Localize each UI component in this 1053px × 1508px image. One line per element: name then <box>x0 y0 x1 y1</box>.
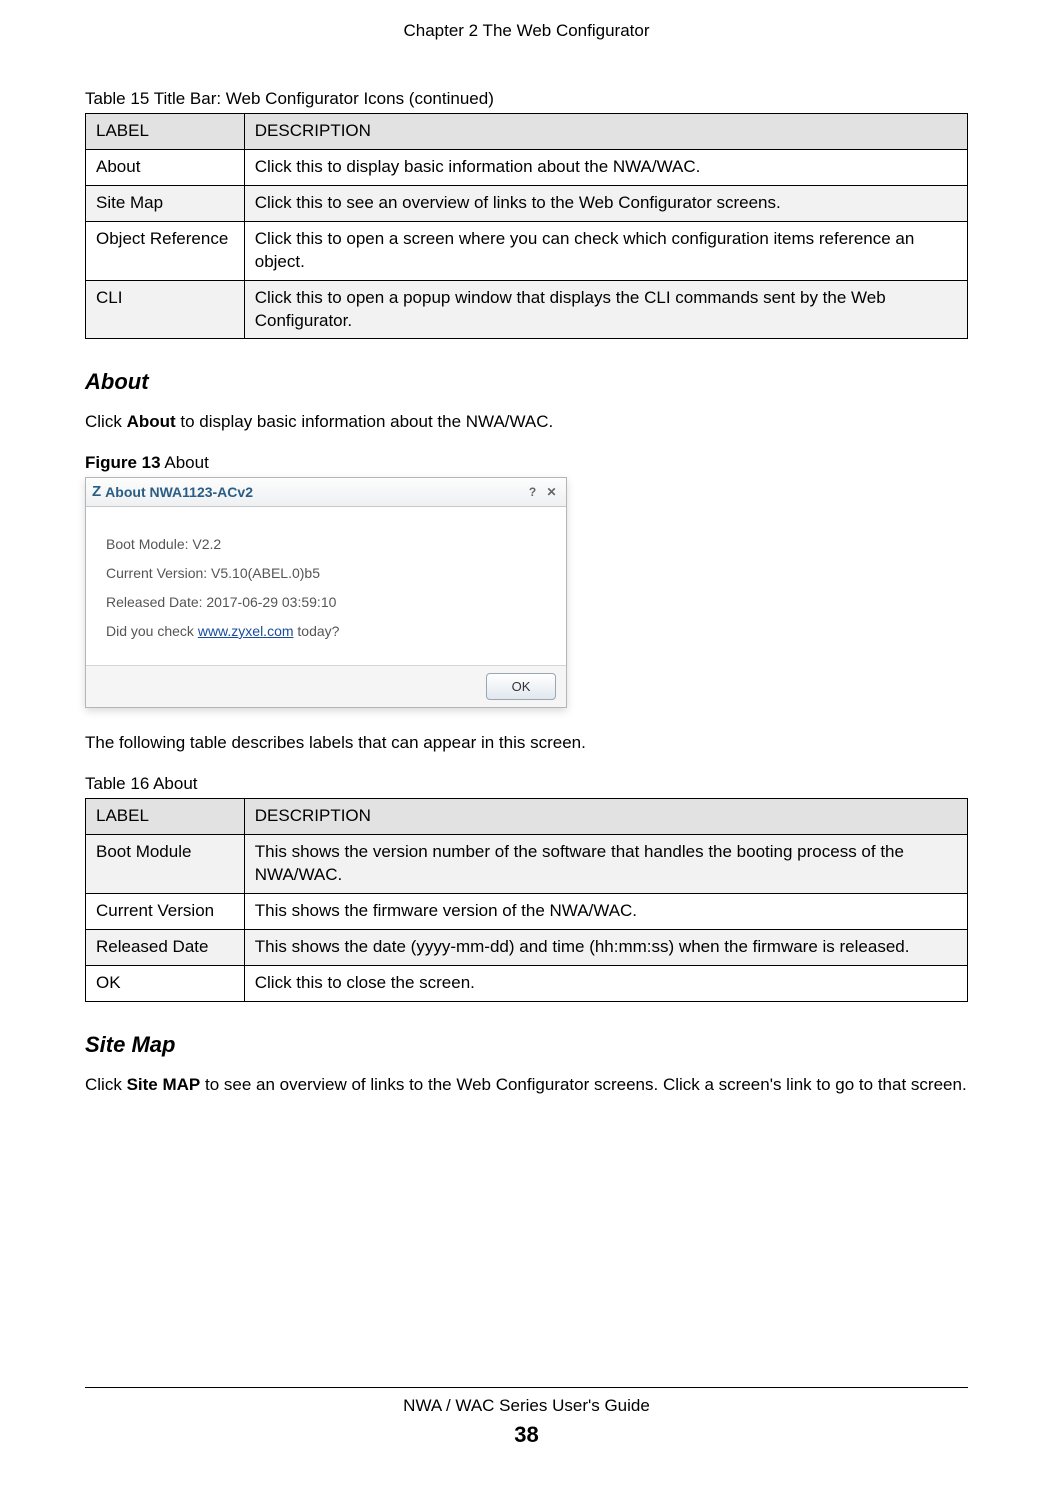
text: to see an overview of links to the Web C… <box>200 1075 966 1094</box>
close-icon[interactable]: ✕ <box>543 484 560 501</box>
figure-title: About <box>161 453 209 472</box>
cell-label: Site Map <box>86 185 245 221</box>
text: Click <box>85 1075 127 1094</box>
table16-title: About <box>149 774 197 793</box>
dialog-footer: OK <box>86 665 566 708</box>
cell-label: Released Date <box>86 929 245 965</box>
zyxel-link-line: Did you check www.zyxel.com today? <box>106 622 546 641</box>
boot-module-line: Boot Module: V2.2 <box>106 535 546 554</box>
cell-desc: Click this to display basic information … <box>244 149 967 185</box>
table16: LABEL DESCRIPTION Boot Module This shows… <box>85 798 968 1002</box>
table-row: About Click this to display basic inform… <box>86 149 968 185</box>
cell-label: About <box>86 149 245 185</box>
bold-text: Site MAP <box>127 1075 201 1094</box>
text: Click <box>85 412 127 431</box>
chapter-header: Chapter 2 The Web Configurator <box>85 20 968 43</box>
sitemap-paragraph: Click Site MAP to see an overview of lin… <box>85 1074 968 1097</box>
cell-desc: Click this to open a popup window that d… <box>244 280 967 339</box>
cell-label: Current Version <box>86 894 245 930</box>
guide-title: NWA / WAC Series User's Guide <box>85 1395 968 1418</box>
zyxel-logo-icon: Z <box>92 482 101 502</box>
table15-title: Title Bar: Web Configurator Icons (conti… <box>149 89 494 108</box>
table15-header-row: LABEL DESCRIPTION <box>86 113 968 149</box>
table-row: CLI Click this to open a popup window th… <box>86 280 968 339</box>
current-version-line: Current Version: V5.10(ABEL.0)b5 <box>106 564 546 583</box>
dialog-titlebar: Z About NWA1123-ACv2 ? ✕ <box>86 478 566 507</box>
text: today? <box>294 623 340 639</box>
dialog-title: About NWA1123-ACv2 <box>105 483 253 502</box>
cell-label: OK <box>86 965 245 1001</box>
table16-number: Table 16 <box>85 774 149 793</box>
cell-label: CLI <box>86 280 245 339</box>
cell-label: Object Reference <box>86 221 245 280</box>
bold-text: About <box>127 412 176 431</box>
figure-number: Figure 13 <box>85 453 161 472</box>
table-row: Current Version This shows the firmware … <box>86 894 968 930</box>
cell-label: Boot Module <box>86 835 245 894</box>
cell-desc: This shows the version number of the sof… <box>244 835 967 894</box>
sitemap-heading: Site Map <box>85 1030 968 1060</box>
table15: LABEL DESCRIPTION About Click this to di… <box>85 113 968 340</box>
ok-button[interactable]: OK <box>486 673 556 701</box>
table-row: Site Map Click this to see an overview o… <box>86 185 968 221</box>
cell-desc: Click this to see an overview of links t… <box>244 185 967 221</box>
table15-caption: Table 15 Title Bar: Web Configurator Ico… <box>85 88 968 111</box>
footer-rule <box>85 1387 968 1388</box>
table-row: Object Reference Click this to open a sc… <box>86 221 968 280</box>
table15-header-label: LABEL <box>86 113 245 149</box>
cell-desc: Click this to close the screen. <box>244 965 967 1001</box>
cell-desc: Click this to open a screen where you ca… <box>244 221 967 280</box>
table16-caption: Table 16 About <box>85 773 968 796</box>
cell-desc: This shows the firmware version of the N… <box>244 894 967 930</box>
about-dialog: Z About NWA1123-ACv2 ? ✕ Boot Module: V2… <box>85 477 567 708</box>
released-date-line: Released Date: 2017-06-29 03:59:10 <box>106 593 546 612</box>
page-footer: NWA / WAC Series User's Guide 38 <box>85 1395 968 1450</box>
table-row: Released Date This shows the date (yyyy-… <box>86 929 968 965</box>
help-icon[interactable]: ? <box>524 484 541 501</box>
about-heading: About <box>85 367 968 397</box>
figure13-caption: Figure 13 About <box>85 452 968 475</box>
table-row: Boot Module This shows the version numbe… <box>86 835 968 894</box>
after-figure-text: The following table describes labels tha… <box>85 732 968 755</box>
table16-header-label: LABEL <box>86 799 245 835</box>
table16-header-row: LABEL DESCRIPTION <box>86 799 968 835</box>
table15-number: Table 15 <box>85 89 149 108</box>
zyxel-link[interactable]: www.zyxel.com <box>198 623 294 639</box>
table16-header-description: DESCRIPTION <box>244 799 967 835</box>
table-row: OK Click this to close the screen. <box>86 965 968 1001</box>
text: Did you check <box>106 623 198 639</box>
dialog-body: Boot Module: V2.2 Current Version: V5.10… <box>86 507 566 665</box>
page-content: Chapter 2 The Web Configurator Table 15 … <box>85 20 968 1468</box>
text: to display basic information about the N… <box>176 412 554 431</box>
page-number: 38 <box>85 1420 968 1450</box>
table15-header-description: DESCRIPTION <box>244 113 967 149</box>
cell-desc: This shows the date (yyyy-mm-dd) and tim… <box>244 929 967 965</box>
about-paragraph: Click About to display basic information… <box>85 411 968 434</box>
